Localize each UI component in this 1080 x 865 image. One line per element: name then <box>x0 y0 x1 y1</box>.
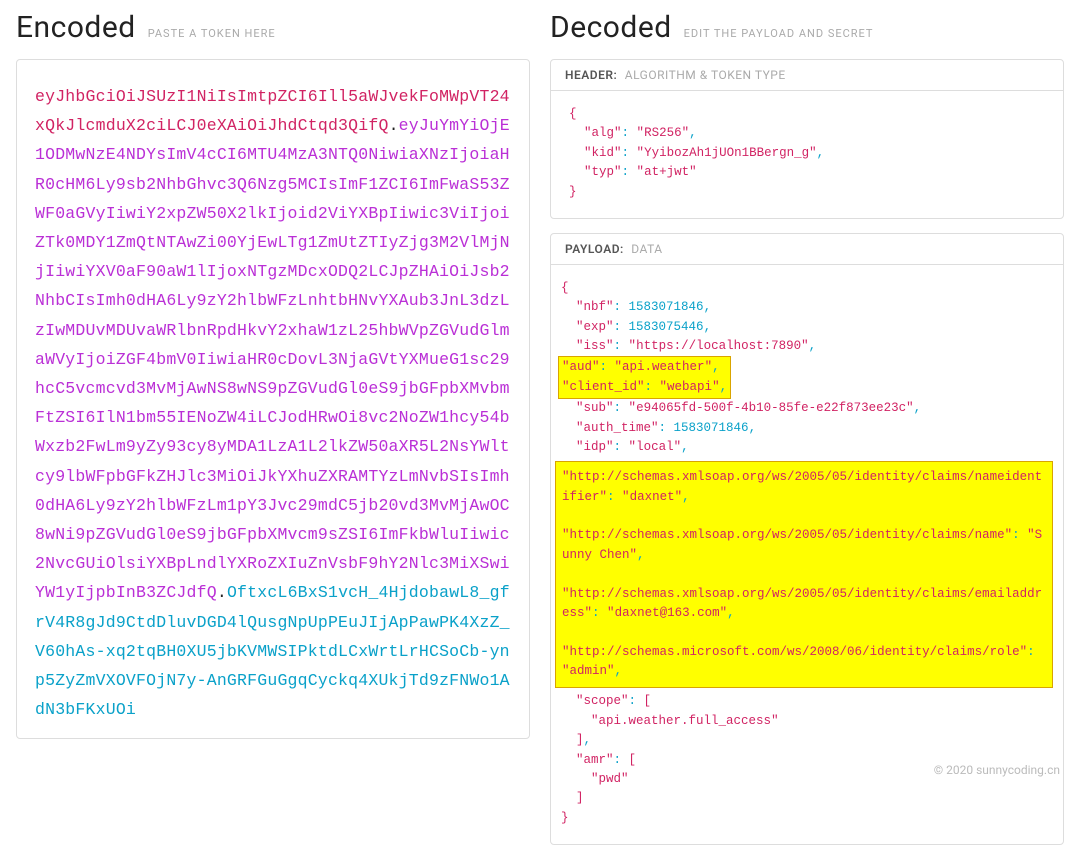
encoded-subtitle: PASTE A TOKEN HERE <box>148 27 276 40</box>
payload-panel: PAYLOAD: DATA { "nbf": 1583071846, "exp"… <box>550 233 1064 845</box>
payload-json[interactable]: { "nbf": 1583071846, "exp": 1583075446, … <box>551 265 1063 844</box>
highlight-aud-clientid: "aud": "api.weather", "client_id": "weba… <box>558 356 731 399</box>
payload-section-title: PAYLOAD: DATA <box>551 234 1063 265</box>
footer-copyright: © 2020 sunnycoding.cn <box>934 763 1060 777</box>
decoded-subtitle: EDIT THE PAYLOAD AND SECRET <box>684 27 874 40</box>
header-json[interactable]: { "alg": "RS256", "kid": "YyibozAh1jUOn1… <box>551 91 1063 218</box>
header-section-title: HEADER: ALGORITHM & TOKEN TYPE <box>551 60 1063 91</box>
decoded-title: Decoded <box>550 10 672 45</box>
decoded-column: Decoded EDIT THE PAYLOAD AND SECRET HEAD… <box>550 10 1064 845</box>
highlight-claims-block: "http://schemas.xmlsoap.org/ws/2005/05/i… <box>555 461 1053 688</box>
jwt-payload-segment: eyJuYmYiOjE1ODMwNzE4NDYsImV4cCI6MTU4MzA3… <box>35 116 510 602</box>
header-panel: HEADER: ALGORITHM & TOKEN TYPE { "alg": … <box>550 59 1064 219</box>
encoded-title: Encoded <box>16 10 136 45</box>
encoded-column: Encoded PASTE A TOKEN HERE eyJhbGciOiJSU… <box>16 10 530 845</box>
jwt-signature-segment: OftxcL6BxS1vcH_4HjdobawL8_gfrV4R8gJd9Ctd… <box>35 583 510 719</box>
encoded-token-box[interactable]: eyJhbGciOiJSUzI1NiIsImtpZCI6Ill5aWJvekFo… <box>16 59 530 739</box>
